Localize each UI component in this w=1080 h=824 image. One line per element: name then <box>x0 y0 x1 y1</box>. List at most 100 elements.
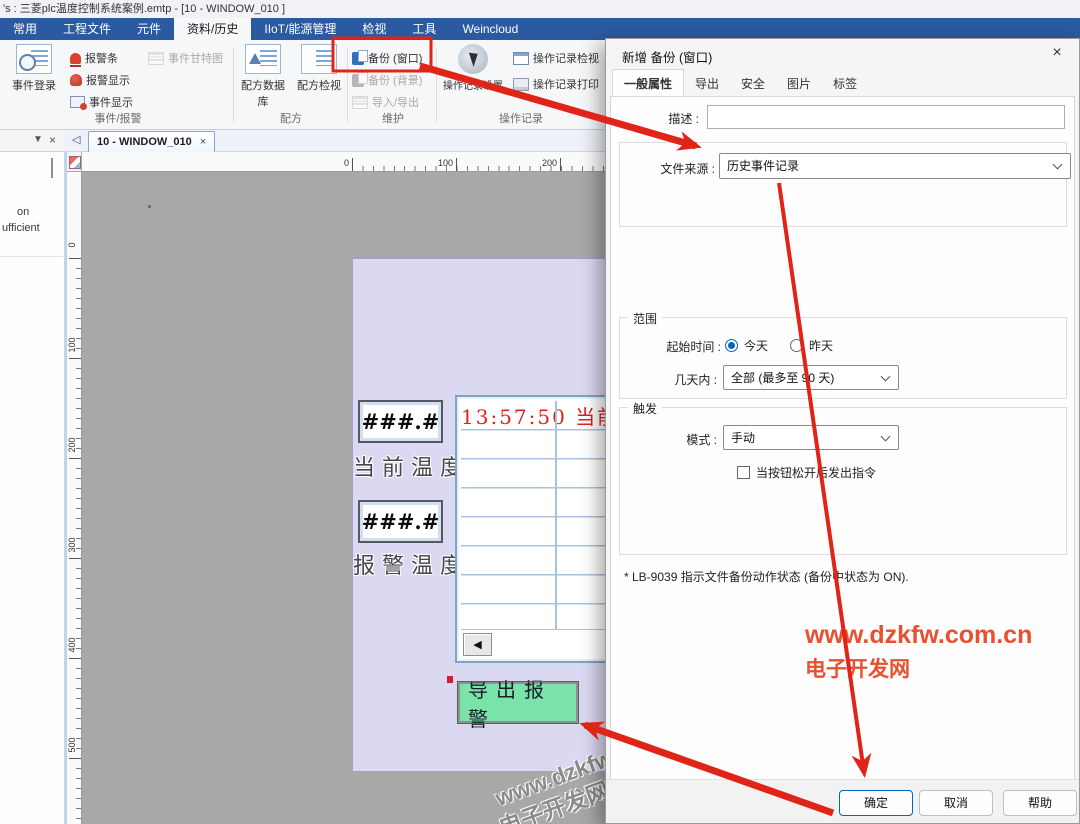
tab-nav-back-icon[interactable]: ◁ <box>72 133 80 146</box>
help-button[interactable]: 帮助 <box>1003 790 1077 816</box>
range-legend: 范围 <box>628 310 662 327</box>
vruler-label-100: 100 <box>67 331 77 359</box>
cancel-button[interactable]: 取消 <box>919 790 993 816</box>
tab-label: 10 - WINDOW_010 <box>97 136 192 148</box>
horizontal-ruler: 0 100 200 <box>82 152 605 172</box>
radio-yesterday-dot[interactable] <box>790 339 803 352</box>
backup-window-button[interactable]: 备份 (窗口) <box>352 48 422 68</box>
alarm-display-button[interactable]: 报警显示 <box>70 70 130 90</box>
dialog-watermark-url: www.dzkfw.com.cn <box>805 621 1032 650</box>
vruler-label-200: 200 <box>67 431 77 459</box>
group-label-maintenance: 维护 <box>350 110 436 126</box>
event-gantt-icon <box>148 52 164 65</box>
tab-close-icon[interactable]: × <box>200 136 206 148</box>
vruler-label-0: 0 <box>67 231 77 259</box>
menu-item-object[interactable]: 元件 <box>124 18 174 40</box>
file-source-select[interactable]: 历史事件记录 <box>719 153 1071 179</box>
vruler-label-500: 500 <box>67 731 77 759</box>
dialog-watermark-name: 电子开发网 <box>805 653 910 683</box>
ribbon-divider <box>347 48 348 122</box>
menu-bar: 常用 工程文件 元件 资料/历史 IIoT/能源管理 检视 工具 Weinclo… <box>0 18 1080 40</box>
dock-panel: on ufficient <box>0 152 65 824</box>
oplog-view-button[interactable]: 操作记录检视 <box>513 48 599 68</box>
tab-window-010[interactable]: 10 - WINDOW_010 × <box>88 131 215 152</box>
menu-item-view[interactable]: 检视 <box>349 18 399 40</box>
dialog-tab-security[interactable]: 安全 <box>730 70 776 97</box>
description-input[interactable] <box>707 105 1065 129</box>
export-alarm-button[interactable]: 导出报警 <box>458 682 578 723</box>
dialog-close-icon[interactable]: × <box>1047 44 1067 62</box>
event-display-button[interactable]: 事件显示 <box>70 92 133 112</box>
oplog-settings-icon <box>458 44 488 74</box>
release-command-checkbox[interactable]: 当按钮松开后发出指令 <box>737 464 876 481</box>
ribbon-group-recipe: 配方数据库 配方检视 配方 <box>236 42 346 128</box>
lb9039-note: * LB-9039 指示文件备份动作状态 (备份中状态为 ON). <box>624 568 909 585</box>
oplog-print-button[interactable]: 操作记录打印 <box>513 74 599 94</box>
canvas-artifact-dot <box>148 205 151 208</box>
group-label-recipe: 配方 <box>236 110 346 126</box>
start-time-label: 起始时间 : <box>646 338 721 355</box>
menu-item-project[interactable]: 工程文件 <box>50 18 124 40</box>
label-alarm-temp[interactable]: 报警温度 <box>353 548 469 580</box>
checkbox-box[interactable] <box>737 466 750 479</box>
window-titlebar: 's : 三菱plc温度控制系统案例.emtp - [10 - WINDOW_0… <box>0 0 1080 18</box>
menu-item-tool[interactable]: 工具 <box>399 18 449 40</box>
menu-item-data-history[interactable]: 资料/历史 <box>174 18 251 40</box>
dock-scrollbar-thumb[interactable] <box>51 158 53 178</box>
dialog-tab-general[interactable]: 一般属性 <box>612 69 684 98</box>
event-gantt-button[interactable]: 事件甘特图 <box>148 48 223 68</box>
label-current-temp[interactable]: 当前温度 <box>353 450 469 482</box>
dock-panel-header: ▼ × <box>0 130 65 151</box>
selection-handle <box>447 676 453 683</box>
dock-close-icon[interactable]: × <box>49 133 56 147</box>
dialog-tab-export[interactable]: 导出 <box>684 70 730 97</box>
recipe-view-icon <box>301 44 337 74</box>
radio-yesterday[interactable]: 昨天 <box>790 337 833 354</box>
ribbon-group-oplog: 操作记录设置 操作记录检视 操作记录打印 操作记录 <box>439 42 603 128</box>
radio-today-dot[interactable] <box>725 339 738 352</box>
mode-select[interactable]: 手动 <box>723 425 899 450</box>
recipe-view-button[interactable]: 配方检视 <box>294 44 344 93</box>
ruler-corner-icon <box>69 156 81 169</box>
event-log-button[interactable]: 事件登录 <box>6 44 62 93</box>
backup-window-icon <box>352 52 364 65</box>
hruler-label-0: 0 <box>315 158 349 168</box>
ok-button[interactable]: 确定 <box>839 790 913 816</box>
file-source-label: 文件来源 : <box>640 160 715 177</box>
oplog-settings-button[interactable]: 操作记录设置 <box>439 44 507 92</box>
backup-background-button[interactable]: 备份 (背景) <box>352 70 422 90</box>
menu-item-weincloud[interactable]: Weincloud <box>449 18 531 40</box>
vruler-label-300: 300 <box>67 531 77 559</box>
dialog-tab-picture[interactable]: 图片 <box>776 70 822 97</box>
hruler-label-200: 200 <box>523 158 557 168</box>
ribbon-group-maintenance: 备份 (窗口) 备份 (背景) 导入/导出 维护 <box>350 42 436 128</box>
dock-text-line: on <box>17 206 29 218</box>
dialog-tab-label[interactable]: 标签 <box>822 70 868 97</box>
app-window: 's : 三菱plc温度控制系统案例.emtp - [10 - WINDOW_0… <box>0 0 1080 824</box>
ruler-corner <box>67 152 82 172</box>
window-title: 's : 三菱plc温度控制系统案例.emtp - [10 - WINDOW_0… <box>3 3 285 15</box>
dialog-general-page: 描述 : 文件来源 : 历史事件记录 范围 起始时间 : 今天 昨天 <box>610 96 1075 782</box>
days-within-select[interactable]: 全部 (最多至 90 天) <box>723 365 899 390</box>
recipe-database-button[interactable]: 配方数据库 <box>236 44 290 109</box>
oplog-view-icon <box>513 52 529 65</box>
group-label-oplog: 操作记录 <box>439 110 603 126</box>
radio-today[interactable]: 今天 <box>725 337 768 354</box>
dock-text-line: ufficient <box>2 222 40 234</box>
menu-item-home[interactable]: 常用 <box>0 18 50 40</box>
hruler-ticks <box>352 166 605 171</box>
numeric-display-alarm-temp[interactable]: ###.# <box>358 500 443 543</box>
mode-label: 模式 : <box>666 431 717 448</box>
scroll-left-button[interactable]: ◀ <box>463 633 492 656</box>
import-export-button[interactable]: 导入/导出 <box>352 92 419 112</box>
trigger-legend: 触发 <box>628 400 662 417</box>
vertical-ruler: 0 100 200 300 400 500 <box>67 172 82 824</box>
backup-window-dialog: 新增 备份 (窗口) × 一般属性 导出 安全 图片 标签 描述 : 文件来源 … <box>605 38 1080 824</box>
recipe-database-icon <box>245 44 281 74</box>
numeric-display-current-temp[interactable]: ###.# <box>358 400 443 443</box>
alarm-bar-button[interactable]: 报警条 <box>70 48 118 68</box>
dock-collapse-icon[interactable]: ▼ <box>33 134 43 145</box>
menu-item-iiot[interactable]: IIoT/能源管理 <box>251 18 349 40</box>
oplog-print-icon <box>513 78 529 91</box>
chevron-down-icon <box>881 432 891 442</box>
